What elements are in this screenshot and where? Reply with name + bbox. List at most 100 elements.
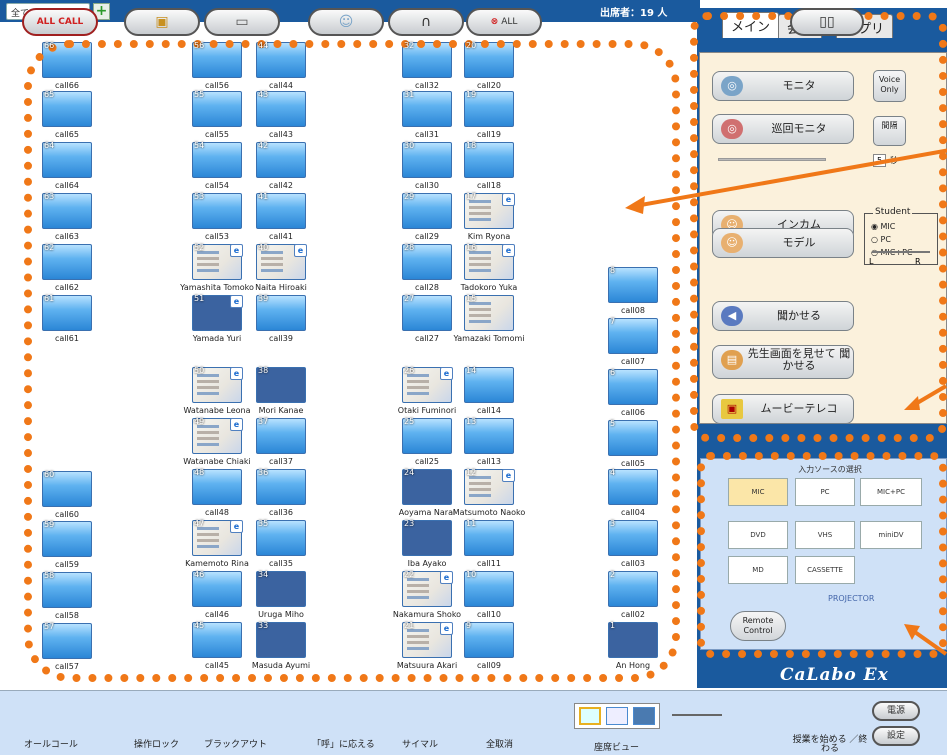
seat-9[interactable]: 9 call09 bbox=[462, 621, 516, 682]
seat-monitor[interactable]: 35 bbox=[256, 519, 306, 556]
seat-15[interactable]: 15 Yamazaki Tomomi bbox=[453, 294, 524, 355]
seat-monitor[interactable]: 16 e bbox=[464, 243, 515, 280]
seat-monitor[interactable]: 62 bbox=[42, 243, 92, 280]
seat-monitor[interactable]: 66 bbox=[42, 41, 92, 78]
seat-monitor[interactable]: 1 bbox=[608, 621, 658, 658]
seat-monitor[interactable]: 41 bbox=[256, 192, 306, 229]
seat-monitor[interactable]: 3 bbox=[608, 519, 658, 556]
seat-monitor[interactable]: 27 bbox=[402, 294, 452, 331]
seat-monitor[interactable]: 31 bbox=[402, 90, 452, 127]
seat-monitor[interactable]: 22 e bbox=[402, 570, 453, 607]
seat-monitor[interactable]: 45 bbox=[192, 621, 242, 658]
view-list-icon[interactable] bbox=[606, 707, 628, 725]
seat-monitor[interactable]: 42 bbox=[256, 141, 306, 178]
seat-monitor[interactable]: 14 bbox=[464, 366, 514, 403]
source-cassette[interactable]: CASSETTE bbox=[795, 556, 855, 584]
seat-monitor[interactable]: 11 bbox=[464, 519, 514, 556]
seat-monitor[interactable]: 13 bbox=[464, 417, 514, 454]
view-grid-icon[interactable] bbox=[633, 707, 655, 725]
seat-monitor[interactable]: 39 bbox=[256, 294, 306, 331]
seat-monitor[interactable]: 60 bbox=[42, 470, 92, 507]
seat-monitor[interactable]: 30 bbox=[402, 141, 452, 178]
seat-monitor[interactable]: 10 bbox=[464, 570, 514, 607]
seat-monitor[interactable]: 9 bbox=[464, 621, 514, 658]
radio-pc[interactable]: ○ PC bbox=[871, 235, 891, 244]
seat-monitor[interactable]: 36 bbox=[256, 468, 306, 505]
source-micpc[interactable]: MIC+PC bbox=[860, 478, 922, 506]
seat-monitor[interactable]: 38 bbox=[256, 366, 306, 403]
source-vhs[interactable]: VHS bbox=[795, 521, 855, 549]
seat-monitor[interactable]: 24 bbox=[402, 468, 452, 505]
seat-monitor[interactable]: 65 bbox=[42, 90, 92, 127]
seat-39[interactable]: 39 call39 bbox=[254, 294, 308, 355]
patrol-slider[interactable] bbox=[718, 158, 826, 161]
seat-monitor[interactable]: 54 bbox=[192, 141, 242, 178]
model-button[interactable]: ☺ モデル bbox=[712, 228, 854, 258]
settings-button[interactable]: 設定 bbox=[872, 726, 920, 746]
zoom-slider[interactable] bbox=[672, 714, 722, 716]
seat-monitor[interactable]: 12 e bbox=[464, 468, 515, 505]
seat-monitor[interactable]: 47 e bbox=[192, 519, 243, 556]
respond-call-button[interactable]: ☺ bbox=[308, 8, 384, 36]
seat-33[interactable]: 33 Masuda Ayumi bbox=[252, 621, 310, 682]
cancel-all-button[interactable]: ⊗ ALL bbox=[466, 8, 542, 36]
seat-monitor[interactable]: 64 bbox=[42, 141, 92, 178]
simul-button[interactable]: ∩ bbox=[388, 8, 464, 36]
seat-monitor[interactable]: 25 bbox=[402, 417, 452, 454]
seat-monitor[interactable]: 58 bbox=[42, 571, 92, 608]
show-teacher-screen-button[interactable]: ▤ 先生画面を見せて 聞かせる bbox=[712, 345, 854, 379]
seat-monitor[interactable]: 37 bbox=[256, 417, 306, 454]
seat-monitor[interactable]: 23 bbox=[402, 519, 452, 556]
balance-slider[interactable] bbox=[872, 251, 930, 253]
seat-monitor[interactable]: 63 bbox=[42, 192, 92, 229]
seat-monitor[interactable]: 2 bbox=[608, 570, 658, 607]
seat-monitor[interactable]: 28 bbox=[402, 243, 452, 280]
seat-monitor[interactable]: 21 e bbox=[402, 621, 453, 658]
seat-21[interactable]: 21 e Matsuura Akari bbox=[397, 621, 457, 682]
seat-monitor[interactable]: 61 bbox=[42, 294, 92, 331]
seat-monitor[interactable]: 50 e bbox=[192, 366, 243, 403]
seat-monitor[interactable]: 40 e bbox=[256, 243, 307, 280]
remote-control-button[interactable]: Remote Control bbox=[730, 611, 786, 641]
power-button[interactable]: 電源 bbox=[872, 701, 920, 721]
seat-monitor[interactable]: 43 bbox=[256, 90, 306, 127]
seat-monitor[interactable]: 59 bbox=[42, 520, 92, 557]
seat-1[interactable]: 1 An Hong bbox=[606, 621, 660, 682]
seconds-value[interactable]: 5 bbox=[873, 154, 886, 167]
seat-monitor[interactable]: 19 bbox=[464, 90, 514, 127]
let-hear-button[interactable]: ◀ 聞かせる bbox=[712, 301, 854, 331]
seat-monitor[interactable]: 51 e bbox=[192, 294, 243, 331]
monitor-button[interactable]: ◎ モニタ bbox=[712, 71, 854, 101]
seat-monitor[interactable]: 32 bbox=[402, 41, 452, 78]
interval-button[interactable]: 間隔 bbox=[873, 116, 906, 146]
seat-monitor[interactable]: 55 bbox=[192, 90, 242, 127]
seat-61[interactable]: 61 call61 bbox=[40, 294, 94, 355]
patrol-monitor-button[interactable]: ◎ 巡回モニタ bbox=[712, 114, 854, 144]
source-md[interactable]: MD bbox=[728, 556, 788, 584]
lesson-button[interactable]: ▯▯ bbox=[790, 8, 864, 36]
seat-monitor[interactable]: 33 bbox=[256, 621, 306, 658]
seat-monitor[interactable]: 52 e bbox=[192, 243, 243, 280]
seat-57[interactable]: 57 call57 bbox=[40, 622, 94, 683]
voice-only-button[interactable]: Voice Only bbox=[873, 70, 906, 102]
seat-monitor[interactable]: 48 bbox=[192, 468, 242, 505]
source-mic[interactable]: MIC bbox=[728, 478, 788, 506]
seat-monitor[interactable]: 7 bbox=[608, 317, 658, 354]
all-call-button[interactable]: ALL CALL bbox=[22, 8, 98, 36]
seat-monitor[interactable]: 5 bbox=[608, 419, 658, 456]
source-dvd[interactable]: DVD bbox=[728, 521, 788, 549]
movie-telecon-button[interactable]: ▣ ムービーテレコ bbox=[712, 394, 854, 424]
radio-mic[interactable]: ◉ MIC bbox=[871, 222, 895, 231]
lock-button[interactable]: ▣ bbox=[124, 8, 200, 36]
seat-45[interactable]: 45 call45 bbox=[190, 621, 244, 682]
seat-monitor[interactable]: 18 bbox=[464, 141, 514, 178]
seat-monitor[interactable]: 46 bbox=[192, 570, 242, 607]
seat-51[interactable]: 51 e Yamada Yuri bbox=[190, 294, 244, 355]
tab-main[interactable]: メイン bbox=[722, 12, 780, 38]
seat-monitor[interactable]: 6 bbox=[608, 368, 658, 405]
seat-monitor[interactable]: 15 bbox=[464, 294, 514, 331]
seat-monitor[interactable]: 56 bbox=[192, 41, 242, 78]
seat-monitor[interactable]: 44 bbox=[256, 41, 306, 78]
seat-monitor[interactable]: 4 bbox=[608, 468, 658, 505]
seat-monitor[interactable]: 26 e bbox=[402, 366, 453, 403]
